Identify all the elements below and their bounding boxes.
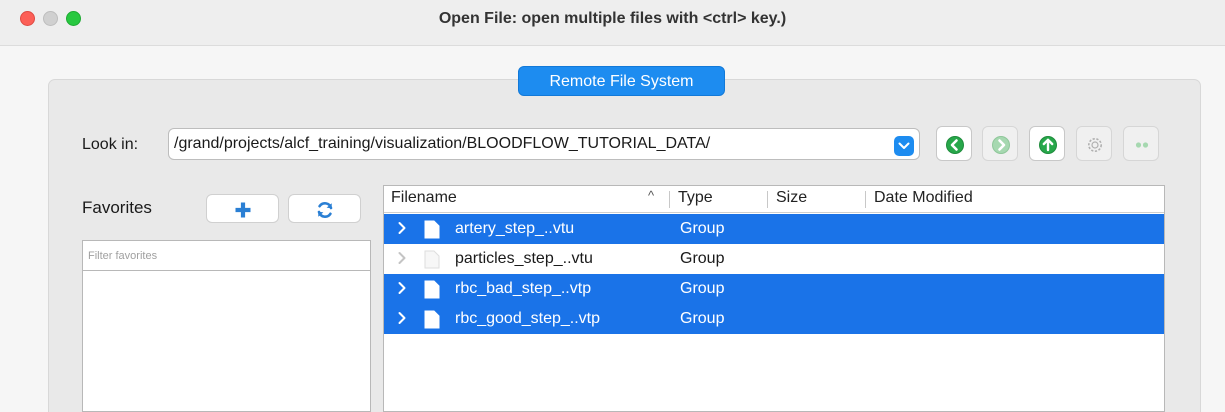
file-type: Group [680,280,725,297]
column-header-date-modified[interactable]: Date Modified [874,189,973,207]
title-bar: Open File: open multiple files with <ctr… [0,0,1225,46]
combo-dropdown-button[interactable] [894,136,914,156]
favorites-list[interactable] [82,240,371,412]
settings-button[interactable] [1076,126,1112,161]
chevron-right-icon[interactable] [397,281,407,295]
look-in-path: /grand/projects/alcf_training/visualizat… [174,135,711,152]
file-icon [424,280,440,299]
table-row[interactable]: rbc_bad_step_..vtp Group [384,274,1164,304]
arrow-right-icon [992,136,1010,154]
look-in-path-combo[interactable]: /grand/projects/alcf_training/visualizat… [168,128,920,160]
file-name: rbc_bad_step_..vtp [455,280,592,297]
file-icon [424,220,440,239]
chevron-right-icon[interactable] [397,311,407,325]
file-type: Group [680,250,725,267]
arrow-up-icon [1039,136,1057,154]
back-button[interactable] [936,126,972,161]
file-icon [424,310,440,329]
dots-icon [1135,142,1149,148]
column-divider[interactable] [865,191,866,208]
remote-file-system-tab[interactable]: Remote File System [518,66,725,96]
table-row[interactable]: particles_step_..vtu Group [384,244,1164,274]
chevron-down-icon [898,142,910,149]
file-name: artery_step_..vtu [455,220,575,237]
plus-icon [235,202,251,218]
add-favorite-button[interactable] [206,194,279,223]
chevron-right-icon[interactable] [397,251,407,265]
column-divider[interactable] [767,191,768,208]
window-title: Open File: open multiple files with <ctr… [438,10,787,27]
file-icon [424,250,440,269]
forward-button[interactable] [982,126,1018,161]
column-header-filename[interactable]: Filename [391,189,457,207]
up-directory-button[interactable] [1029,126,1065,161]
chevron-right-icon[interactable] [397,221,407,235]
file-table[interactable]: Filename ^ Type Size Date Modified arter… [383,185,1165,412]
filter-favorites-input[interactable] [83,241,370,270]
sort-ascending-icon: ^ [648,188,655,203]
look-in-label: Look in: [82,136,139,153]
table-row[interactable]: artery_step_..vtu Group [384,214,1164,244]
table-header: Filename ^ Type Size Date Modified [384,186,1164,213]
navigate-button[interactable] [1123,126,1159,161]
refresh-favorites-button[interactable] [288,194,361,223]
favorites-filter[interactable] [83,241,370,271]
file-type: Group [680,310,725,327]
column-header-type[interactable]: Type [678,189,713,207]
file-name: rbc_good_step_..vtp [455,310,600,327]
refresh-icon [317,202,333,218]
favorites-label: Favorites [82,198,152,217]
column-divider[interactable] [669,191,670,208]
gear-icon [1088,138,1102,152]
file-type: Group [680,220,725,237]
file-name: particles_step_..vtu [455,250,593,267]
column-header-size[interactable]: Size [776,189,807,207]
arrow-left-icon [946,136,964,154]
table-row[interactable]: rbc_good_step_..vtp Group [384,304,1164,334]
